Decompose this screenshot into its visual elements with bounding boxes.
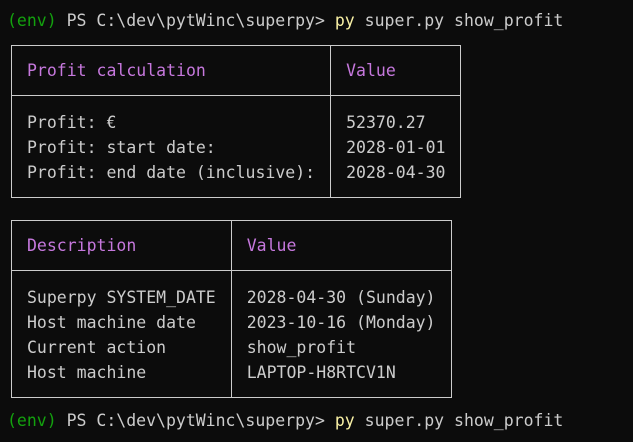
label-cell: Profit: € Profit: start date: Profit: end … [10,95,332,198]
table-cell: 2028-01-01 [346,138,446,157]
prompt-path: PS C:\dev\pytWinc\superpy> [66,411,325,430]
command-args: super.py show_profit [364,11,564,30]
table-cell: Current action [27,338,167,357]
command-name: py [334,411,355,430]
table-body-row: Profit: € Profit: start date: Profit: end … [10,95,462,198]
column-header: Description [11,220,232,271]
command-name: py [334,11,355,30]
table-cell: 2028-04-30 [346,163,446,182]
table-cell: LAPTOP-H8RTCV1N [246,363,396,382]
table-header-row: Profit calculation Value [10,45,462,96]
prompt-line-1: (env) PS C:\dev\pytWinc\superpy> py supe… [7,10,563,32]
column-header: Value [330,45,462,96]
table-cell: Host machine [27,363,147,382]
table-header-row: Description Value [11,220,452,271]
prompt-path: PS C:\dev\pytWinc\superpy> [66,11,325,30]
table-body-row: Superpy SYSTEM_DATE Host machine date Curr… [11,270,452,398]
value-cell: 52370.27 2028-01-01 2028-04-30 [330,95,462,198]
env-label: (env) [7,411,57,430]
env-label: (env) [7,11,57,30]
profit-table: Profit calculation Value Profit: € Profit… [10,45,462,198]
table-cell: show_profit [246,338,357,357]
table-cell: Profit: € [27,113,117,132]
prompt-line-2: (env) PS C:\dev\pytWinc\superpy> py supe… [7,410,563,432]
table-cell: Profit: end date (inclusive): [27,163,316,182]
column-header: Value [230,220,452,271]
command-args: super.py show_profit [364,411,564,430]
value-cell: 2028-04-30 (Sunday) 2023-10-16 (Monday) sh… [230,270,452,398]
table-cell: Host machine date [27,313,196,332]
table-cell: Profit: start date: [27,138,216,157]
table-cell: Superpy SYSTEM_DATE [27,288,216,307]
column-header: Profit calculation [10,45,332,96]
table-cell: 2028-04-30 (Sunday) [246,288,436,307]
info-table: Description Value Superpy SYSTEM_DATE Hos… [11,220,452,398]
label-cell: Superpy SYSTEM_DATE Host machine date Curr… [11,270,232,398]
table-cell: 2023-10-16 (Monday) [246,313,436,332]
table-cell: 52370.27 [346,113,426,132]
